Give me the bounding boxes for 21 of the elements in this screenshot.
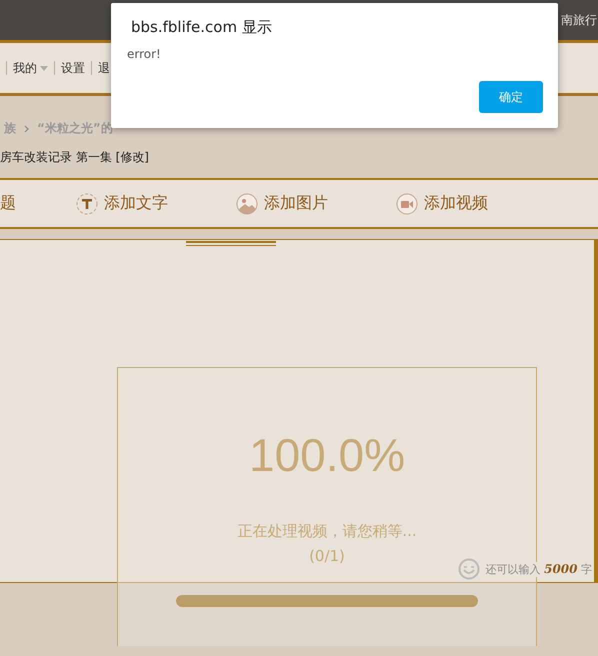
dialog-title: bbs.fblife.com 显示 bbox=[131, 18, 273, 37]
processing-message: 正在处理视频，请您稍等... bbox=[237, 522, 417, 541]
toolbar-button[interactable]: 添加文字 bbox=[76, 192, 236, 214]
progress-percent: 100.0% bbox=[248, 428, 405, 482]
nav-link[interactable]: 设置 bbox=[61, 60, 85, 76]
top-bar-text[interactable]: 南旅行 bbox=[561, 12, 597, 28]
dialog-message: error! bbox=[127, 47, 162, 61]
post-title: 房车改装记录 第一集 [修改] bbox=[0, 149, 150, 166]
nav-link[interactable]: 退 bbox=[98, 60, 110, 76]
toolbar-button[interactable]: 题 bbox=[0, 193, 76, 214]
nav-link[interactable]: 我的 bbox=[13, 60, 48, 76]
text-icon bbox=[76, 192, 98, 214]
toolbar-button[interactable]: 添加图片 bbox=[236, 192, 396, 214]
smiley-icon[interactable] bbox=[458, 558, 480, 580]
image-icon bbox=[236, 192, 258, 214]
toolbar-button[interactable]: 添加视频 bbox=[396, 192, 516, 214]
video-camera-icon bbox=[396, 192, 418, 214]
chevron-icon bbox=[24, 124, 29, 132]
file-count: (0/1) bbox=[309, 547, 345, 565]
character-counter: 还可以输入 5000 字 bbox=[486, 562, 592, 576]
ok-button[interactable]: 确定 bbox=[479, 81, 543, 113]
